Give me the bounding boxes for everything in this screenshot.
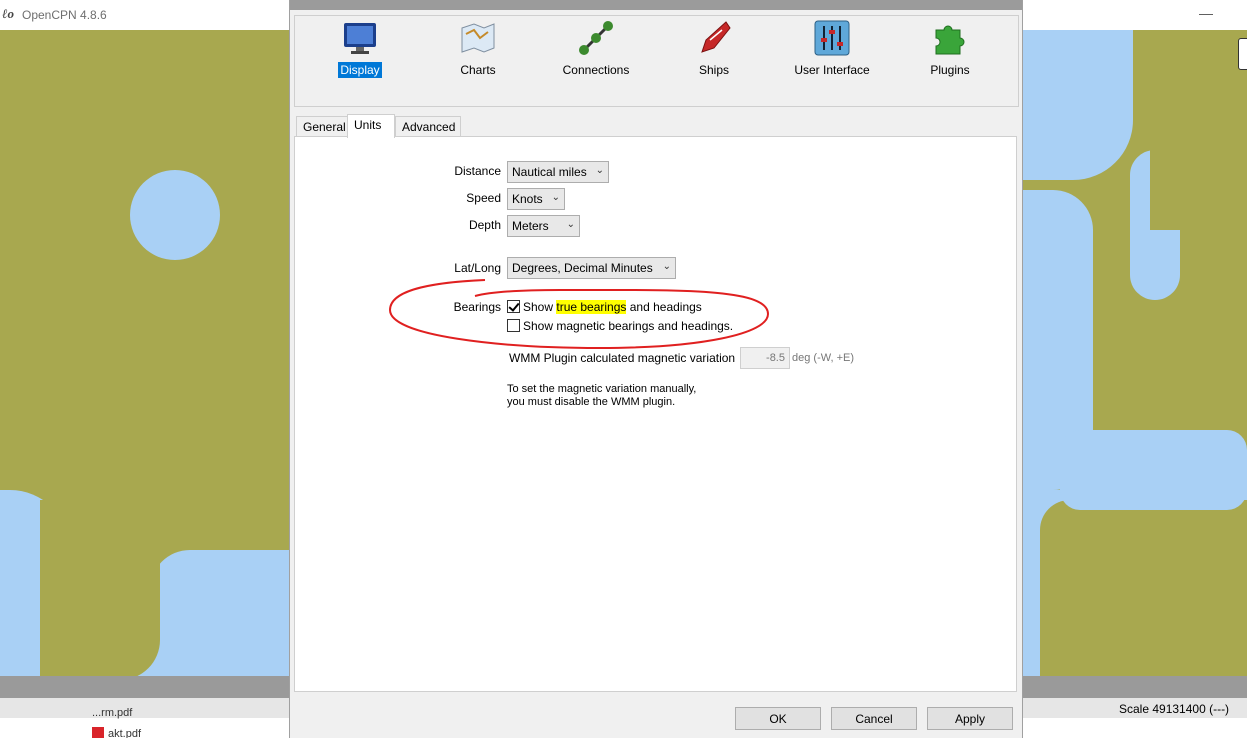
tab-general[interactable]: General — [296, 116, 348, 137]
monitor-icon — [342, 20, 378, 56]
tab-advanced[interactable]: Advanced — [395, 116, 461, 137]
latlong-label: Lat/Long — [454, 261, 501, 275]
chevron-down-icon: ⌄ — [595, 165, 604, 176]
toolbar-display[interactable]: Display — [305, 20, 415, 78]
speed-label: Speed — [466, 191, 501, 205]
file-item[interactable]: akt.pdf — [92, 727, 141, 738]
hudson-bay-water — [130, 170, 220, 260]
magvar-unit: deg (-W, +E) — [792, 352, 855, 364]
chevron-down-icon: ⌄ — [662, 261, 671, 272]
toolbar-plugins[interactable]: Plugins — [895, 20, 1005, 78]
units-panel: Distance Nautical miles ⌄ Speed Knots ⌄ De… — [294, 136, 1017, 692]
distance-select[interactable]: Nautical miles ⌄ — [507, 161, 609, 183]
toolbar-connections[interactable]: Connections — [541, 20, 651, 78]
magvar-note: To set the magnetic variation manually, … — [507, 383, 697, 408]
app-title: OpenCPN 4.8.6 — [22, 8, 107, 22]
toolbar-charts[interactable]: Charts — [423, 20, 533, 78]
sliders-icon — [814, 20, 850, 56]
depth-label: Depth — [468, 218, 501, 232]
scale-readout: Scale 49131400 (---) — [1119, 702, 1230, 716]
connections-icon — [578, 20, 614, 56]
pdf-icon — [92, 727, 104, 738]
side-panel-button[interactable] — [1238, 38, 1247, 70]
options-toolbar: Display Charts Connections Ships User In… — [294, 15, 1019, 107]
north-sea-water — [1023, 30, 1133, 180]
apply-button[interactable]: Apply — [927, 707, 1013, 730]
tab-units[interactable]: Units — [347, 114, 395, 138]
ship-icon — [696, 20, 732, 56]
puzzle-icon — [932, 20, 968, 56]
gulf-water — [150, 550, 290, 660]
toolbar-ships[interactable]: Ships — [659, 20, 769, 78]
minimize-button[interactable]: — — [1198, 5, 1214, 21]
dialog-titlebar[interactable] — [290, 0, 1022, 10]
charts-icon — [460, 20, 496, 56]
distance-label: Distance — [454, 164, 501, 178]
land-scandinavia — [1150, 30, 1247, 230]
chevron-down-icon: ⌄ — [551, 192, 560, 203]
annotation-circle — [388, 279, 770, 350]
land-africa — [1040, 500, 1247, 676]
opencpn-logo-icon: ℓo — [2, 6, 15, 21]
file-item[interactable]: ...rm.pdf — [92, 707, 132, 719]
cancel-button[interactable]: Cancel — [831, 707, 917, 730]
toolbar-user-interface[interactable]: User Interface — [777, 20, 887, 78]
chevron-down-icon: ⌄ — [566, 219, 575, 230]
speed-select[interactable]: Knots ⌄ — [507, 188, 565, 210]
ok-button[interactable]: OK — [735, 707, 821, 730]
land-greenland — [0, 30, 290, 90]
mediterranean-water — [1060, 430, 1247, 510]
options-dialog: Display Charts Connections Ships User In… — [289, 0, 1023, 738]
depth-select[interactable]: Meters ⌄ — [507, 215, 580, 237]
land-mexico — [40, 500, 160, 676]
